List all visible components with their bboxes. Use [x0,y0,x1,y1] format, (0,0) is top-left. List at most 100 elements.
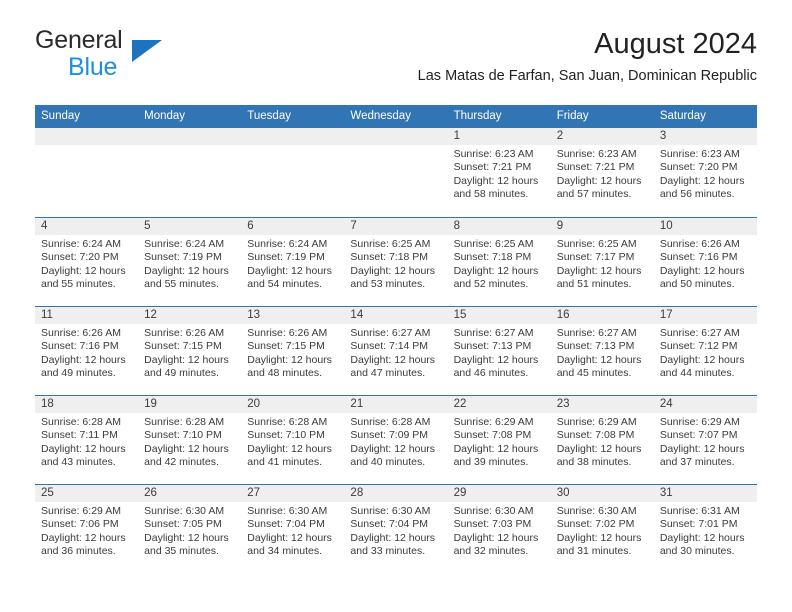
day-number: 13 [241,307,345,324]
day-number: 27 [241,485,345,502]
daylight-text-line1: Daylight: 12 hours [453,264,539,277]
day-cell[interactable]: 24 Sunrise: 6:29 AM Sunset: 7:07 PM Dayligh… [653,396,757,484]
daylight-text-line2: and 56 minutes. [659,188,735,201]
day-cell[interactable]: 8 Sunrise: 6:25 AM Sunset: 7:18 PM Daylight… [447,218,551,306]
day-cell[interactable]: 5 Sunrise: 6:24 AM Sunset: 7:19 PM Daylight… [138,218,242,306]
sunrise-text: Sunrise: 6:28 AM [41,416,121,428]
calendar-week-row: 1 Sunrise: 6:23 AM Sunset: 7:21 PM Daylight… [35,128,757,217]
day-details: Sunrise: 6:27 AM Sunset: 7:14 PM Daylight:… [344,324,447,381]
day-number: 29 [447,485,551,502]
day-details: Sunrise: 6:25 AM Sunset: 7:18 PM Daylight:… [344,235,447,292]
day-cell[interactable]: 29 Sunrise: 6:30 AM Sunset: 7:03 PM Dayligh… [447,485,551,573]
daylight-text-line1: Daylight: 12 hours [453,531,539,544]
day-details: Sunrise: 6:26 AM Sunset: 7:16 PM Daylight:… [654,235,757,292]
day-number: 15 [447,307,551,324]
triangle-right-icon [132,40,162,62]
day-cell[interactable]: 27 Sunrise: 6:30 AM Sunset: 7:04 PM Dayligh… [241,485,345,573]
day-cell[interactable]: 12 Sunrise: 6:26 AM Sunset: 7:15 PM Dayligh… [138,307,242,395]
day-cell[interactable]: 10 Sunrise: 6:26 AM Sunset: 7:16 PM Dayligh… [653,218,757,306]
daylight-text-line2: and 46 minutes. [453,367,529,380]
sunrise-text: Sunrise: 6:24 AM [144,238,225,250]
day-details: Sunrise: 6:24 AM Sunset: 7:19 PM Daylight:… [138,235,241,292]
logo[interactable]: General Blue [35,26,255,88]
sunrise-text: Sunrise: 6:30 AM [144,505,225,517]
sunset-text: Sunset: 7:16 PM [659,251,738,264]
day-cell[interactable]: 15 Sunrise: 6:27 AM Sunset: 7:13 PM Dayligh… [447,307,551,395]
day-cell[interactable]: 1 Sunrise: 6:23 AM Sunset: 7:21 PM Daylight… [447,128,551,217]
day-number [241,128,345,145]
daylight-text-line1: Daylight: 12 hours [350,353,436,366]
day-cell[interactable]: 21 Sunrise: 6:28 AM Sunset: 7:09 PM Dayligh… [344,396,448,484]
sunset-text: Sunset: 7:04 PM [350,518,429,531]
day-cell[interactable]: 4 Sunrise: 6:24 AM Sunset: 7:20 PM Daylight… [35,218,139,306]
day-details: Sunrise: 6:30 AM Sunset: 7:04 PM Daylight:… [241,502,344,559]
day-number: 22 [447,396,551,413]
day-number: 1 [447,128,551,145]
day-details: Sunrise: 6:27 AM Sunset: 7:13 PM Daylight:… [448,324,551,381]
sunset-text: Sunset: 7:02 PM [556,518,635,531]
day-cell[interactable]: 17 Sunrise: 6:27 AM Sunset: 7:12 PM Dayligh… [653,307,757,395]
daylight-text-line2: and 41 minutes. [247,456,322,469]
day-cell-empty [344,128,448,217]
day-details: Sunrise: 6:28 AM Sunset: 7:10 PM Daylight:… [138,413,241,470]
day-cell[interactable]: 3 Sunrise: 6:23 AM Sunset: 7:20 PM Daylight… [653,128,757,217]
day-number: 16 [550,307,654,324]
sunrise-text: Sunrise: 6:25 AM [350,238,431,250]
daylight-text-line1: Daylight: 12 hours [350,531,436,544]
day-cell[interactable]: 31 Sunrise: 6:31 AM Sunset: 7:01 PM Dayligh… [653,485,757,573]
day-details: Sunrise: 6:23 AM Sunset: 7:20 PM Daylight:… [654,145,757,202]
sunset-text: Sunset: 7:15 PM [144,340,222,353]
daylight-text-line1: Daylight: 12 hours [350,442,436,455]
day-cell[interactable]: 9 Sunrise: 6:25 AM Sunset: 7:17 PM Daylight… [550,218,654,306]
day-number [138,128,242,145]
daylight-text-line2: and 49 minutes. [144,367,219,380]
day-cell[interactable]: 2 Sunrise: 6:23 AM Sunset: 7:21 PM Daylight… [550,128,654,217]
day-cell[interactable]: 20 Sunrise: 6:28 AM Sunset: 7:10 PM Dayligh… [241,396,345,484]
day-cell[interactable]: 19 Sunrise: 6:28 AM Sunset: 7:10 PM Dayligh… [138,396,242,484]
daylight-text-line2: and 43 minutes. [41,456,116,469]
day-number: 18 [35,396,139,413]
sunrise-text: Sunrise: 6:26 AM [41,327,121,339]
daylight-text-line1: Daylight: 12 hours [41,264,126,277]
day-cell[interactable]: 16 Sunrise: 6:27 AM Sunset: 7:13 PM Dayligh… [550,307,654,395]
day-cell[interactable]: 30 Sunrise: 6:30 AM Sunset: 7:02 PM Dayligh… [550,485,654,573]
sunrise-text: Sunrise: 6:23 AM [659,148,740,160]
sunset-text: Sunset: 7:04 PM [247,518,325,531]
day-number: 2 [550,128,654,145]
day-cell[interactable]: 18 Sunrise: 6:28 AM Sunset: 7:11 PM Dayligh… [35,396,139,484]
daylight-text-line1: Daylight: 12 hours [41,442,126,455]
daylight-text-line1: Daylight: 12 hours [556,174,642,187]
day-cell[interactable]: 23 Sunrise: 6:29 AM Sunset: 7:08 PM Dayligh… [550,396,654,484]
day-cell[interactable]: 26 Sunrise: 6:30 AM Sunset: 7:05 PM Dayligh… [138,485,242,573]
day-cell[interactable]: 6 Sunrise: 6:24 AM Sunset: 7:19 PM Daylight… [241,218,345,306]
day-cell[interactable]: 11 Sunrise: 6:26 AM Sunset: 7:16 PM Dayligh… [35,307,139,395]
day-number: 21 [344,396,448,413]
sunrise-text: Sunrise: 6:23 AM [556,148,637,160]
day-details: Sunrise: 6:24 AM Sunset: 7:20 PM Daylight:… [35,235,138,292]
day-details: Sunrise: 6:30 AM Sunset: 7:04 PM Daylight:… [344,502,447,559]
daylight-text-line2: and 34 minutes. [247,545,322,558]
day-cell[interactable]: 14 Sunrise: 6:27 AM Sunset: 7:14 PM Dayligh… [344,307,448,395]
day-number: 20 [241,396,345,413]
daylight-text-line1: Daylight: 12 hours [453,353,539,366]
day-cell[interactable]: 13 Sunrise: 6:26 AM Sunset: 7:15 PM Dayligh… [241,307,345,395]
day-cell[interactable]: 25 Sunrise: 6:29 AM Sunset: 7:06 PM Dayligh… [35,485,139,573]
day-cell[interactable]: 22 Sunrise: 6:29 AM Sunset: 7:08 PM Dayligh… [447,396,551,484]
day-number [344,128,448,145]
daylight-text-line2: and 35 minutes. [144,545,219,558]
sunrise-text: Sunrise: 6:27 AM [556,327,637,339]
day-details: Sunrise: 6:23 AM Sunset: 7:21 PM Daylight:… [551,145,654,202]
sunrise-text: Sunrise: 6:30 AM [453,505,534,517]
day-cell[interactable]: 28 Sunrise: 6:30 AM Sunset: 7:04 PM Dayligh… [344,485,448,573]
daylight-text-line1: Daylight: 12 hours [453,174,539,187]
day-number: 19 [138,396,242,413]
day-cell[interactable]: 7 Sunrise: 6:25 AM Sunset: 7:18 PM Daylight… [344,218,448,306]
logo-text-blue: Blue [68,53,118,81]
daylight-text-line2: and 55 minutes. [41,278,116,291]
sunset-text: Sunset: 7:03 PM [453,518,532,531]
daylight-text-line2: and 54 minutes. [247,278,322,291]
daylight-text-line1: Daylight: 12 hours [144,264,229,277]
day-number: 14 [344,307,448,324]
day-details: Sunrise: 6:29 AM Sunset: 7:07 PM Daylight:… [654,413,757,470]
daylight-text-line2: and 39 minutes. [453,456,529,469]
